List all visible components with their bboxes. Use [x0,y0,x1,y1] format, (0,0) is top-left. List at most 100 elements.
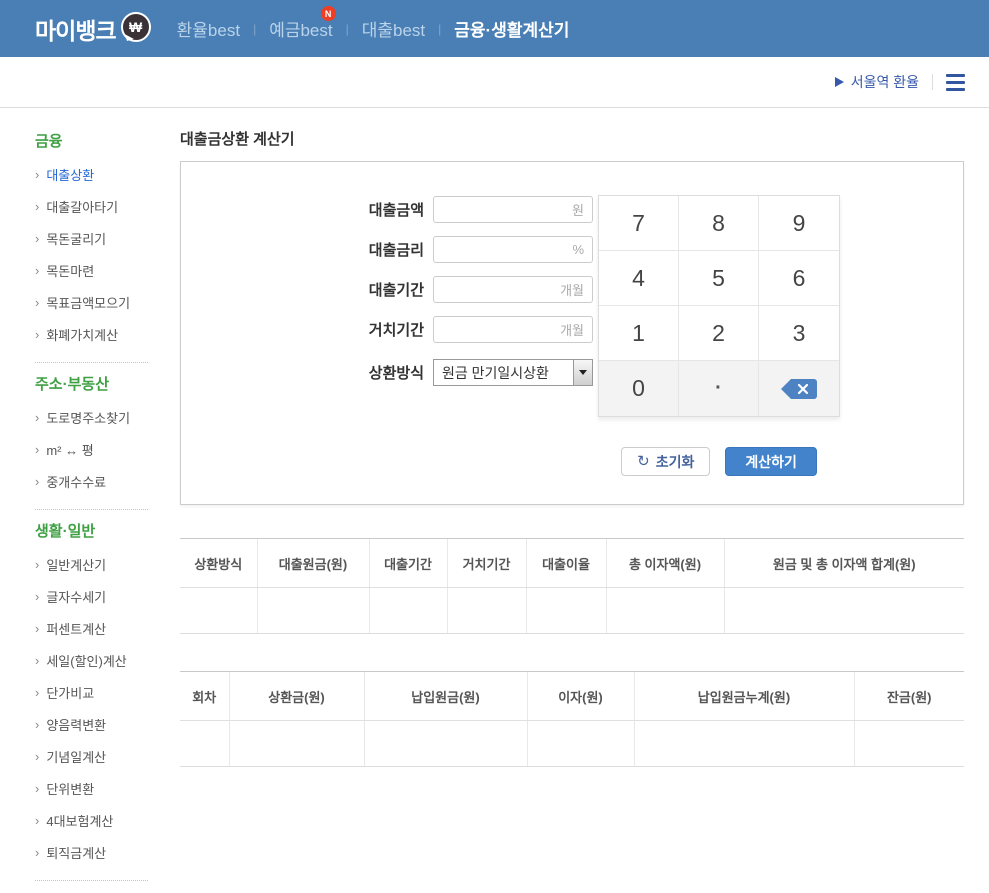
site-header: 마이뱅크 ₩ 환율best|예금bestN|대출best|금융·생활계산기 [0,0,989,57]
chevron-right-icon: › [35,750,39,763]
loan-amount-label: 대출금액 [369,199,424,220]
sidebar-item[interactable]: › 목돈굴리기 [35,222,150,254]
sidebar-item[interactable]: › 대출갈아타기 [35,190,150,222]
loan-term-label: 대출기간 [369,279,424,300]
unit-label: 개월 [560,280,584,299]
backspace-icon [780,378,818,400]
nav-item[interactable]: 금융·생활계산기 [454,16,569,41]
key-8[interactable]: 8 [679,196,759,251]
schedule-table: 회차상환금(원)납입원금(원)이자(원)납입원금누계(원)잔금(원) [180,671,964,767]
column-header: 회차 [180,672,229,721]
grace-period-input[interactable] [442,322,556,337]
repayment-method-row: 상환방식 원금 만기일시상환 [181,359,593,399]
key-6[interactable]: 6 [759,251,839,306]
key-3[interactable]: 3 [759,306,839,361]
chevron-right-icon: › [35,200,39,213]
sidebar-item[interactable]: › 목돈마련 [35,254,150,286]
sidebar-item-label: 목돈마련 [46,261,94,280]
key-2[interactable]: 2 [679,306,759,361]
column-header: 대출이율 [526,539,606,588]
refresh-icon: ↻ [637,454,650,469]
sidebar-item[interactable]: ›중개수수료 [35,465,150,497]
sidebar-item[interactable]: ›화폐가치계산 [35,318,150,350]
won-speech-bubble-icon: ₩ [121,12,151,42]
sidebar-item[interactable]: ›양음력변환 [35,708,150,740]
sidebar-item[interactable]: ›단가비교 [35,676,150,708]
nav-item[interactable]: 대출best [362,16,425,41]
sidebar-item[interactable]: ›4대보험계산 [35,804,150,836]
sidebar-item[interactable]: ›퇴직금계산 [35,836,150,868]
chevron-right-icon: › [35,782,39,795]
key-7[interactable]: 7 [599,196,679,251]
loan-term-field[interactable]: 개월 [433,276,593,303]
chevron-right-icon: › [35,232,39,245]
sidebar-section: 생활·일반›일반계산기›글자수세기›퍼센트계산›세일(할인)계산›단가비교›양음… [35,522,150,868]
exchange-rate-ticker[interactable]: 서울역 환율 [835,72,919,92]
key-dot[interactable]: · [679,361,759,416]
hamburger-menu-icon[interactable] [946,72,965,93]
dropdown-button[interactable] [573,360,592,385]
backspace-key[interactable] [759,361,839,416]
sidebar-item[interactable]: ›기념일계산 [35,740,150,772]
sidebar-item[interactable]: › 글자수세기 [35,580,150,612]
sidebar-divider [35,509,148,510]
sidebar-item-label: 목돈굴리기 [46,229,106,248]
sidebar-item[interactable]: ›목표금액모으기 [35,286,150,318]
repayment-method-select[interactable]: 원금 만기일시상환 [433,359,593,386]
sidebar-item[interactable]: ›퍼센트계산 [35,612,150,644]
chevron-right-icon: › [35,590,39,603]
sidebar-section-title: 주소·부동산 [35,375,150,395]
key-0[interactable]: 0 [599,361,679,416]
sidebar-item-label: 글자수세기 [46,587,106,606]
sidebar: 금융›대출상환›대출갈아타기›목돈굴리기›목돈마련›목표금액모으기›화폐가치계산… [0,108,150,893]
nav-divider: | [438,22,441,36]
nav-item[interactable]: 예금bestN [269,16,332,41]
key-9[interactable]: 9 [759,196,839,251]
table-row [180,588,964,634]
table-cell [364,721,527,767]
chevron-right-icon: › [35,558,39,571]
vertical-divider [932,74,933,90]
key-4[interactable]: 4 [599,251,679,306]
column-header: 납입원금(원) [364,672,527,721]
nav-item[interactable]: 환율best [177,16,240,41]
main-nav: 환율best|예금bestN|대출best|금융·생활계산기 [177,16,570,41]
calculate-button[interactable]: 계산하기 [725,447,817,476]
play-triangle-icon [835,77,844,87]
grace-period-field[interactable]: 개월 [433,316,593,343]
interest-rate-input[interactable] [442,242,568,257]
table-cell [634,721,854,767]
sidebar-item[interactable]: › m² ↔ 평 [35,433,150,465]
interest-rate-label: 대출금리 [369,239,424,260]
chevron-right-icon: › [35,622,39,635]
sidebar-item[interactable]: ›도로명주소찾기 [35,401,150,433]
reset-button[interactable]: ↻ 초기화 [621,447,710,476]
column-header: 대출기간 [369,539,447,588]
loan-term-input[interactable] [442,282,556,297]
logo[interactable]: 마이뱅크 ₩ [35,12,151,46]
key-1[interactable]: 1 [599,306,679,361]
table-cell [180,588,257,634]
key-5[interactable]: 5 [679,251,759,306]
chevron-right-icon: › [35,264,39,277]
loan-amount-input[interactable] [442,202,568,217]
sidebar-item[interactable]: ›단위변환 [35,772,150,804]
sidebar-item-label: 퇴직금계산 [46,843,106,862]
loan-amount-field[interactable]: 원 [433,196,593,223]
summary-table: 상환방식대출원금(원)대출기간거치기간대출이율총 이자액(원)원금 및 총 이자… [180,538,964,634]
sidebar-item[interactable]: ›세일(할인)계산 [35,644,150,676]
column-header: 상환금(원) [229,672,364,721]
interest-rate-field[interactable]: % [433,236,593,263]
chevron-right-icon: › [35,443,39,456]
sidebar-item-label: 단가비교 [46,683,94,702]
chevron-right-icon: › [35,411,39,424]
nav-divider: | [253,22,256,36]
sidebar-item-label: 대출갈아타기 [46,197,118,216]
chevron-right-icon: › [35,328,39,341]
sidebar-item-label: m² ↔ 평 [46,440,93,459]
main-area: 대출금상환 계산기 대출금액원대출금리%대출기간개월거치기간개월 상환방식 원금… [180,108,965,767]
sidebar-item[interactable]: ›일반계산기 [35,548,150,580]
sidebar-item[interactable]: ›대출상환 [35,158,150,190]
unit-label: 원 [572,200,584,219]
new-badge: N [321,6,336,21]
